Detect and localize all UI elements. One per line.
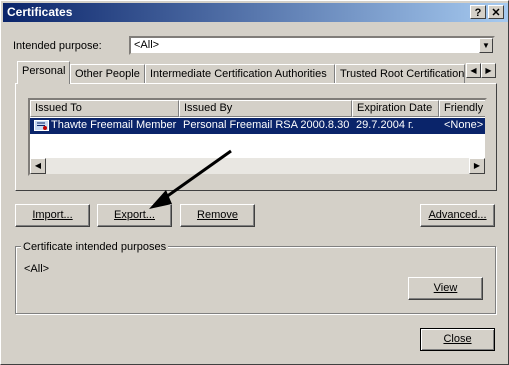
column-issued-to[interactable]: Issued To <box>30 100 179 117</box>
tab-intermediate-ca-label: Intermediate Certification Authorities <box>150 68 327 80</box>
help-icon[interactable]: ? <box>470 5 486 19</box>
arrow-annotation-icon <box>149 149 232 209</box>
close-button[interactable]: Close <box>420 328 495 351</box>
scroll-right-icon[interactable]: ▶ <box>469 158 485 174</box>
intended-purposes-title: Certificate intended purposes <box>21 241 169 253</box>
intended-purpose-label: Intended purpose: <box>13 40 102 52</box>
title-bar[interactable]: Certificates ? ✕ <box>3 3 508 22</box>
tab-other-people[interactable]: Other People <box>70 64 145 83</box>
tab-scroll-right-icon[interactable]: ▶ <box>481 63 496 78</box>
cell-expiration: 29.7.2004 г. <box>356 119 414 131</box>
window-title: Certificates <box>7 5 73 19</box>
advanced-button[interactable]: Advanced... <box>420 204 495 227</box>
import-button-label: Import... <box>32 209 73 221</box>
tab-intermediate-ca[interactable]: Intermediate Certification Authorities <box>145 64 335 83</box>
tab-trusted-root-label: Trusted Root Certification <box>340 68 465 80</box>
advanced-button-label: Advanced... <box>428 209 487 221</box>
intended-purpose-select[interactable]: <All> ▼ <box>129 36 495 55</box>
view-button[interactable]: View <box>408 277 483 300</box>
scroll-left-icon[interactable]: ◀ <box>30 158 46 174</box>
column-expiration-date[interactable]: Expiration Date <box>352 100 439 117</box>
certificate-list[interactable]: Issued To Issued By Expiration Date Frie… <box>28 98 487 176</box>
tab-scroll-left-icon[interactable]: ◀ <box>466 63 481 78</box>
close-icon[interactable]: ✕ <box>488 5 504 19</box>
table-row[interactable]: Thawte Freemail Member Personal Freemail… <box>30 118 485 134</box>
certificates-dialog: Certificates ? ✕ Intended purpose: <All>… <box>0 0 509 365</box>
cell-friendly: <None> <box>444 119 484 131</box>
view-button-label: View <box>433 282 458 294</box>
close-button-label: Close <box>443 333 472 345</box>
dropdown-arrow-icon[interactable]: ▼ <box>479 38 493 53</box>
cell-issued-by: Personal Freemail RSA 2000.8.30 <box>183 119 349 131</box>
tab-other-people-label: Other People <box>75 68 140 80</box>
tab-personal[interactable]: Personal <box>17 61 70 84</box>
tab-personal-label: Personal <box>22 65 66 77</box>
import-button[interactable]: Import... <box>15 204 90 227</box>
intended-purposes-value: <All> <box>24 263 50 275</box>
tab-trusted-root[interactable]: Trusted Root Certification <box>335 64 465 83</box>
cell-issued-to: Thawte Freemail Member <box>51 119 177 131</box>
column-friendly-name[interactable]: Friendly <box>439 100 485 117</box>
intended-purpose-value: <All> <box>134 39 160 51</box>
certificate-icon <box>34 120 49 131</box>
column-issued-by[interactable]: Issued By <box>179 100 352 117</box>
horizontal-scrollbar[interactable]: ◀ ▶ <box>30 158 485 174</box>
